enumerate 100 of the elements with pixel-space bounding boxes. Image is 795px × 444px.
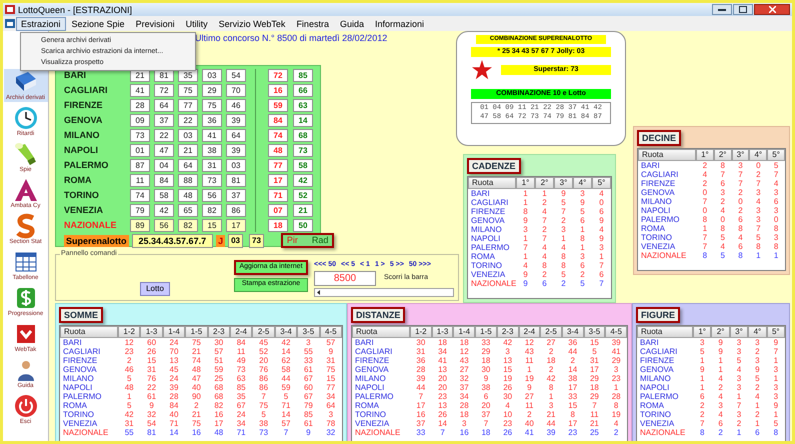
table-cell-text: 68 [213, 392, 224, 401]
menu-item[interactable]: Estrazioni [16, 16, 66, 30]
maximize-button[interactable] [733, 4, 753, 15]
column-header: 2-4 [518, 326, 540, 338]
wheel-name: CAGLIARI [64, 84, 108, 97]
table-cell-text: 11 [524, 401, 534, 410]
table-cell-text: 43 [458, 356, 470, 365]
table-cell-text: PALERMO [470, 243, 511, 252]
menu-item[interactable]: Informazioni [370, 16, 430, 30]
table-cell-text: 67 [236, 401, 247, 410]
table-cell-text: 3 [461, 419, 468, 428]
table-cell-text: 8 [548, 383, 554, 392]
table-cell-text: 1 [755, 251, 762, 260]
menu-item[interactable]: Utility [180, 16, 213, 30]
menu-item[interactable]: Previsioni [130, 16, 180, 30]
number-cell: 17 [226, 219, 246, 232]
menu-item[interactable]: Guida [334, 16, 369, 30]
table-cell-text: 4 [737, 233, 744, 242]
table-cell-text: 2 [702, 161, 708, 170]
table-cell-text: 51 [213, 356, 224, 365]
table-cell-text: NAZIONALE [470, 279, 516, 288]
table-cell-text: 8 [560, 252, 567, 261]
table-cell-text: 2 [737, 188, 744, 197]
draw-number-field[interactable]: 8500 [314, 270, 376, 286]
rad-button[interactable]: Rad [312, 235, 328, 246]
table-cell-text: PALERMO [639, 392, 680, 401]
scrollbar[interactable] [314, 288, 454, 296]
table-cell-text: 44 [567, 347, 578, 356]
table-cell-text: 39 [415, 374, 426, 383]
table-cell-text: VENEZIA [639, 419, 676, 428]
table-cell-text: 57 [280, 419, 292, 428]
lotto-button[interactable]: Lotto [140, 282, 170, 296]
number-cell: 16 [268, 84, 288, 97]
table-cell-text: 0 [702, 206, 708, 215]
column-header: 4° [573, 177, 592, 189]
table-cell-text: 2 [541, 198, 548, 207]
table-cell-text: PALERMO [640, 215, 681, 224]
column-header: 1-2 [118, 326, 140, 338]
table-cell-text: 21 [190, 410, 202, 419]
table-cell-text: 21 [588, 419, 600, 428]
table-cell-text: 4 [755, 197, 762, 206]
menu-item[interactable]: Servizio WebTek [214, 16, 290, 30]
table-cell-text: 8 [522, 207, 529, 216]
table-cell-text: 1 [612, 383, 620, 392]
table-cell-text: 36 [567, 338, 578, 347]
number-cell: 73 [293, 144, 313, 157]
table-cell-text: 4 [598, 189, 605, 198]
column-header: Ruota [637, 326, 693, 338]
table-cell-text: 4 [754, 392, 761, 401]
table-cell-text: 5 [126, 374, 132, 383]
table-cell-text: 1 [772, 251, 780, 260]
number-cell: 64 [178, 159, 198, 172]
table-cell-text: 1 [736, 392, 742, 401]
document-icon [5, 19, 15, 28]
table-cell-text: 40 [190, 383, 202, 392]
table-cell-text: NAZIONALE [639, 428, 686, 437]
close-button[interactable] [754, 4, 790, 15]
table-cell-text: 3 [598, 243, 605, 252]
table-cell-text: MILANO [470, 225, 503, 234]
column-header: Ruota [352, 326, 410, 338]
table-cell-text: 10 [502, 410, 514, 419]
table-cell-text: 9 [522, 216, 529, 225]
menu-item[interactable]: Finestra [291, 16, 334, 30]
table-cell-text: TORINO [639, 410, 672, 419]
minimize-icon [718, 8, 726, 11]
column-header: 1-5 [185, 326, 208, 338]
table-cell-text: 9 [482, 374, 490, 383]
table-cell-text: 4 [719, 206, 726, 215]
table-cell-text: 37 [480, 410, 492, 419]
wheel-name: MILANO [64, 128, 100, 142]
table-cell-text: 18 [458, 410, 470, 419]
number-cell: 64 [154, 99, 174, 112]
minimize-button[interactable] [712, 4, 732, 15]
table-cell-text: 2 [570, 356, 576, 365]
table-cell-text: 71 [236, 428, 247, 437]
table-cell-text: 1 [772, 410, 780, 419]
table-cell-text: BARI [470, 189, 491, 198]
menu-item[interactable]: Sezione Spie [66, 16, 130, 30]
table-cell-text: 84 [236, 338, 247, 347]
table-cell-text: 8 [737, 251, 744, 260]
table-cell-text: 9 [717, 347, 724, 356]
column-header: 4° [748, 326, 767, 338]
table-cell-text: 3 [560, 225, 567, 234]
table-cell-text: 3 [736, 347, 742, 356]
number-cell: 41 [130, 84, 150, 97]
table-cell-text: 5 [579, 207, 586, 216]
table-cell-text: 8 [772, 242, 780, 251]
table-cell-text: 0 [755, 161, 762, 170]
table-cell-text: 12 [524, 338, 535, 347]
table-cell-text: 52 [258, 347, 270, 356]
table-cell-text: 34 [458, 392, 470, 401]
table-cell-text: 60 [146, 338, 158, 347]
table-cell-text: 1 [772, 356, 780, 365]
table-cell-text: 5 [754, 374, 761, 383]
table-cell-text: 3 [772, 365, 780, 374]
number-cell: 14 [293, 114, 313, 127]
number-cell: 22 [178, 114, 198, 127]
table-cell-text: 44 [280, 374, 292, 383]
table-cell-text: VENEZIA [62, 419, 98, 428]
table-cell-text: 49 [236, 356, 247, 365]
